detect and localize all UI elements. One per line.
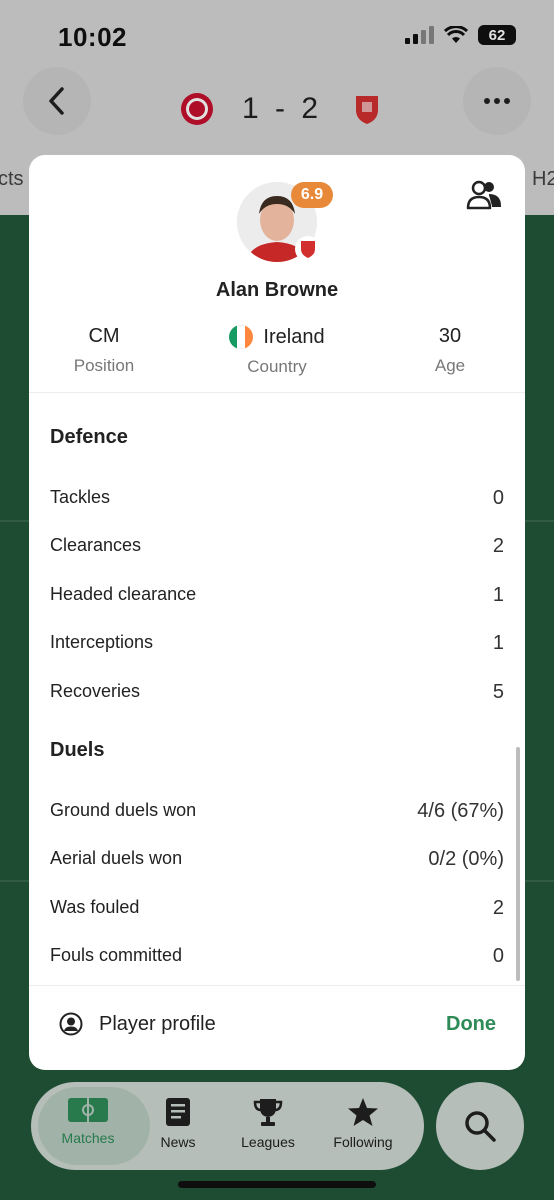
section-title-duels: Duels xyxy=(50,739,105,761)
age-info: 30 Age xyxy=(375,325,525,376)
person-group-icon[interactable] xyxy=(465,179,503,216)
ireland-flag-icon xyxy=(229,325,254,349)
player-profile-label: Player profile xyxy=(99,1012,216,1035)
divider xyxy=(29,985,525,986)
player-name: Alan Browne xyxy=(215,279,339,301)
stat-label: Fouls committed xyxy=(50,945,183,965)
stat-label: Ground duels won xyxy=(50,800,197,820)
stat-value: 0 xyxy=(492,487,504,509)
section-title-defence: Defence xyxy=(50,426,128,448)
stat-value: 4/6 (67%) xyxy=(417,800,504,822)
stat-row: Tackles 0 xyxy=(50,487,504,510)
stat-label: Interceptions xyxy=(50,632,154,652)
stat-row: Ground duels won 4/6 (67%) xyxy=(50,800,504,823)
stat-label: Aerial duels won xyxy=(50,848,183,868)
stat-row: Aerial duels won 0/2 (0%) xyxy=(50,848,504,871)
position-info: CM Position xyxy=(29,325,179,376)
stat-value: 1 xyxy=(492,584,504,606)
team-crest-icon xyxy=(301,241,315,258)
done-button[interactable]: Done xyxy=(446,1013,496,1036)
scrollbar[interactable] xyxy=(516,747,520,981)
stat-row: Recoveries 5 xyxy=(50,681,504,704)
stat-row: Fouls committed 0 xyxy=(50,945,504,968)
stat-label: Recoveries xyxy=(50,681,141,701)
stat-value: 0/2 (0%) xyxy=(428,848,504,870)
position-label: Position xyxy=(73,356,135,375)
stat-label: Clearances xyxy=(50,535,142,555)
country-label: Country xyxy=(247,357,307,376)
stat-label: Tackles xyxy=(50,487,111,507)
stat-value: 0 xyxy=(492,945,504,967)
divider xyxy=(29,392,525,393)
stat-value: 2 xyxy=(492,535,504,557)
stat-value: 1 xyxy=(492,632,504,654)
player-rating-badge: 6.9 xyxy=(291,182,333,208)
stat-row: Interceptions 1 xyxy=(50,632,504,655)
stat-row: Clearances 2 xyxy=(50,535,504,558)
position-value: CM xyxy=(88,325,120,347)
player-stats-modal: 6.9 Alan Browne CM Position Ireland Coun… xyxy=(29,155,525,1070)
country-value: Ireland xyxy=(263,325,325,348)
country-info: Ireland Country xyxy=(202,325,352,377)
stat-label: Headed clearance xyxy=(50,584,197,604)
stat-value: 2 xyxy=(492,897,504,919)
stat-label: Was fouled xyxy=(50,897,140,917)
stat-row: Was fouled 2 xyxy=(50,897,504,920)
player-profile-button[interactable]: Player profile xyxy=(59,1012,216,1036)
stat-row: Headed clearance 1 xyxy=(50,584,504,607)
age-value: 30 xyxy=(438,325,462,347)
player-team-badge xyxy=(295,236,321,262)
person-circle-icon xyxy=(59,1012,83,1036)
age-label: Age xyxy=(434,356,466,375)
stat-value: 5 xyxy=(492,681,504,703)
